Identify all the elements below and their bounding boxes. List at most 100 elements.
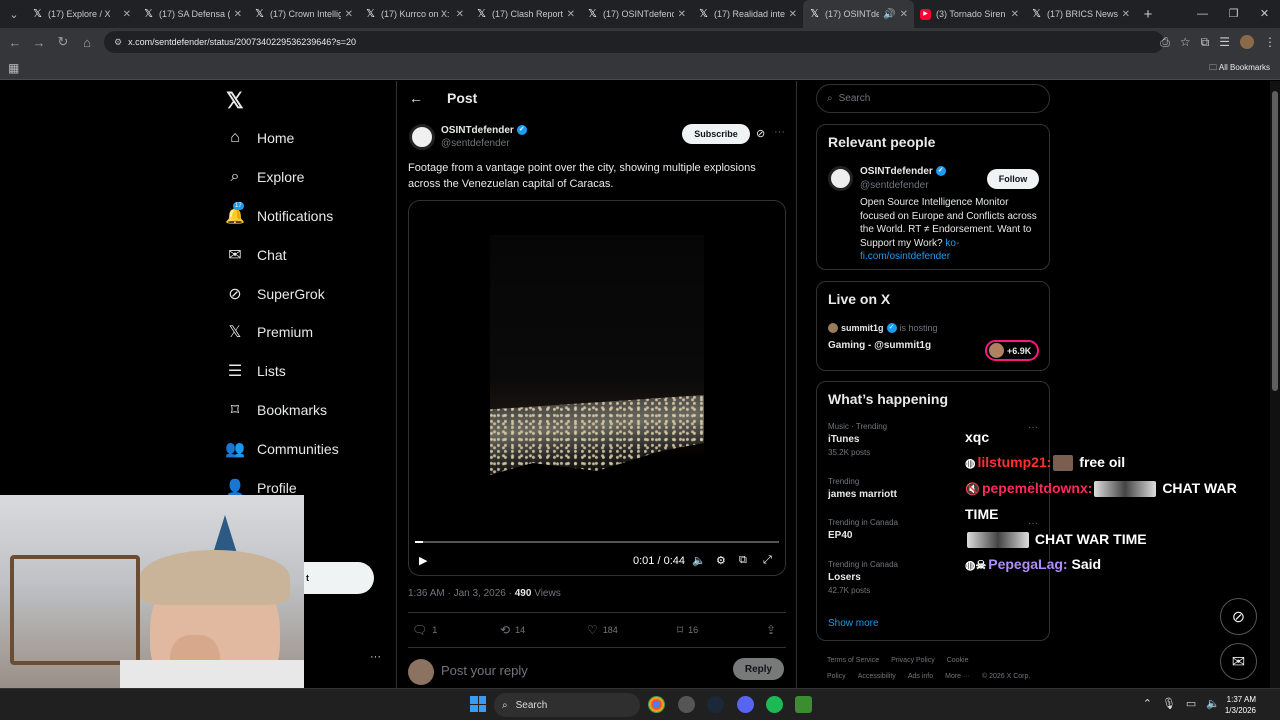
mic-icon[interactable]: 🎙 [1162, 697, 1176, 710]
back-button[interactable]: ← [3, 35, 27, 50]
grok-icon[interactable]: ⊘ [756, 127, 765, 140]
network-icon[interactable]: ▭ [1186, 697, 1196, 710]
browser-tab[interactable]: 𝕏 (17) OSINTde 🔊 ✕ [803, 0, 914, 28]
browser-tab[interactable]: 𝕏 (17) Kurrco on X: ✕ [359, 0, 470, 28]
footer-link[interactable]: Privacy Policy [891, 657, 935, 664]
video-player[interactable]: ▶ 0:01 / 0:44 🔈 ⚙ ⧉ ⤢ [408, 200, 786, 576]
profile-avatar[interactable] [1240, 35, 1254, 49]
browser-tab[interactable]: ▶ (3) Tornado Siren ✕ [914, 0, 1025, 28]
live-listeners-pill[interactable]: +6.9K [985, 340, 1039, 361]
spotify-icon[interactable] [766, 696, 783, 713]
bookmark-star-icon[interactable]: ☆ [1180, 35, 1191, 49]
footer-link[interactable]: Accessibility [858, 673, 896, 680]
browser-menu-icon[interactable]: ⋮ [1264, 35, 1276, 49]
reload-button[interactable]: ↻ [51, 34, 75, 50]
close-tab-icon[interactable]: ✕ [234, 9, 242, 20]
minimize-button[interactable]: — [1187, 0, 1218, 28]
media-icon[interactable]: ☰ [1219, 35, 1230, 49]
close-tab-icon[interactable]: ✕ [1122, 9, 1130, 20]
messages-fab-icon[interactable]: ✉ [1220, 643, 1257, 680]
show-more-link[interactable]: Show more [828, 618, 879, 629]
live-show-title[interactable]: Gaming - @summit1g [828, 340, 931, 351]
start-button-icon[interactable] [470, 696, 486, 712]
browser-tab[interactable]: 𝕏 (17) BRICS News o ✕ [1025, 0, 1136, 28]
discord-icon[interactable] [737, 696, 754, 713]
nav-item-home[interactable]: ⌂ Home [226, 125, 294, 151]
browser-tab[interactable]: 𝕏 (17) OSINTdefend ✕ [581, 0, 692, 28]
nav-item-communities[interactable]: 👥 Communities [225, 436, 339, 462]
share-action[interactable]: ⇪ [766, 623, 781, 637]
like-action[interactable]: ♡ 184 [587, 623, 618, 637]
video-progress-bar[interactable] [415, 541, 779, 543]
page-scrollbar[interactable] [1270, 81, 1280, 688]
play-icon[interactable]: ▶ [419, 554, 427, 567]
chrome-icon[interactable] [648, 696, 665, 713]
close-tab-icon[interactable]: ✕ [345, 9, 353, 20]
settings-icon[interactable]: ⚙ [716, 554, 726, 567]
address-bar[interactable]: ⚙ x.com/sentdefender/status/200734022953… [104, 31, 1164, 53]
scroll-thumb[interactable] [1272, 91, 1278, 391]
footer-link[interactable]: © 2026 X Corp. [982, 673, 1030, 680]
extensions-icon[interactable]: ⧉ [1201, 35, 1210, 50]
all-bookmarks-button[interactable]: 🗀 All Bookmarks [1209, 62, 1270, 76]
nav-item-bookmarks[interactable]: ⌑ Bookmarks [226, 397, 327, 423]
account-menu-icon[interactable]: ··· [370, 651, 381, 663]
author-handle[interactable]: @sentdefender [441, 138, 510, 149]
browser-tab[interactable]: 𝕏 (17) Clash Report ✕ [470, 0, 581, 28]
footer-link[interactable]: More ··· [945, 673, 970, 680]
follow-button[interactable]: Follow [987, 169, 1039, 189]
taskbar-search[interactable]: ⌕ Search [494, 693, 640, 717]
obs-icon[interactable] [678, 696, 695, 713]
footer-link[interactable]: Terms of Service [827, 657, 879, 664]
apps-grid-icon[interactable]: ▦ [8, 61, 19, 75]
person-name-row[interactable]: OSINTdefender ✓ [860, 166, 946, 177]
nav-item-lists[interactable]: ☰ Lists [226, 358, 286, 384]
person-handle[interactable]: @sentdefender [860, 180, 929, 191]
post-timestamp[interactable]: 1:36 AM · Jan 3, 2026 · [408, 588, 515, 599]
reply-button[interactable]: Reply [733, 658, 784, 680]
app-icon[interactable] [795, 696, 812, 713]
close-tab-icon[interactable]: ✕ [123, 9, 131, 20]
nav-item-supergrok[interactable]: ⊘ SuperGrok [226, 281, 324, 307]
restore-button[interactable]: ❐ [1218, 0, 1249, 28]
browser-tab[interactable]: 𝕏 (17) Explore / X ✕ [26, 0, 137, 28]
x-logo-icon[interactable]: 𝕏 [226, 88, 246, 113]
close-tab-icon[interactable]: ✕ [789, 9, 797, 20]
tab-search-menu[interactable]: ⌄ [2, 2, 26, 26]
new-tab-button[interactable]: + [1136, 6, 1160, 23]
browser-tab[interactable]: 𝕏 (17) SA Defensa (✕ [137, 0, 248, 28]
fullscreen-icon[interactable]: ⤢ [763, 554, 772, 567]
browser-tab[interactable]: 𝕏 (17) Realidad inte ✕ [692, 0, 803, 28]
close-tab-icon[interactable]: ✕ [1011, 9, 1019, 20]
subscribe-button[interactable]: Subscribe [682, 124, 750, 144]
footer-link[interactable]: Ads info [908, 673, 933, 680]
tray-chevron-icon[interactable]: ⌃ [1143, 697, 1152, 710]
steam-icon[interactable] [707, 696, 724, 713]
volume-icon[interactable]: 🔈 [692, 554, 706, 567]
reply-action[interactable]: 🗨 1 [412, 623, 437, 637]
close-window-button[interactable]: ✕ [1249, 0, 1280, 28]
nav-item-notifications[interactable]: 🔔 17 Notifications [225, 202, 333, 229]
browser-tab[interactable]: 𝕏 (17) Crown Intellig ✕ [248, 0, 359, 28]
taskbar-clock[interactable]: 1:37 AM 1/3/2026 [1225, 694, 1256, 716]
close-tab-icon[interactable]: ✕ [678, 9, 686, 20]
volume-icon[interactable]: 🔈 [1206, 697, 1220, 710]
close-tab-icon[interactable]: ✕ [900, 9, 908, 20]
nav-item-explore[interactable]: ⌕ Explore [226, 164, 305, 190]
reply-input[interactable]: Post your reply [441, 663, 528, 678]
close-tab-icon[interactable]: ✕ [567, 9, 575, 20]
author-name-row[interactable]: OSINTdefender ✓ [441, 125, 527, 136]
nav-item-premium[interactable]: 𝕏 Premium [226, 319, 313, 345]
more-options-icon[interactable]: ··· [774, 126, 785, 138]
search-input[interactable]: ⌕ Search [816, 84, 1050, 113]
nav-item-chat[interactable]: ✉ Chat [226, 242, 286, 268]
tab-audio-icon[interactable]: 🔊 [883, 9, 895, 20]
post-button-partial[interactable]: t [304, 562, 374, 594]
install-app-icon[interactable]: ⎙ [1160, 35, 1170, 50]
author-avatar[interactable] [409, 124, 435, 150]
close-tab-icon[interactable]: ✕ [456, 9, 464, 20]
grok-fab-icon[interactable]: ⊘ [1220, 598, 1257, 635]
pip-icon[interactable]: ⧉ [739, 554, 747, 567]
home-button[interactable]: ⌂ [75, 35, 99, 50]
forward-button[interactable]: → [27, 35, 51, 50]
